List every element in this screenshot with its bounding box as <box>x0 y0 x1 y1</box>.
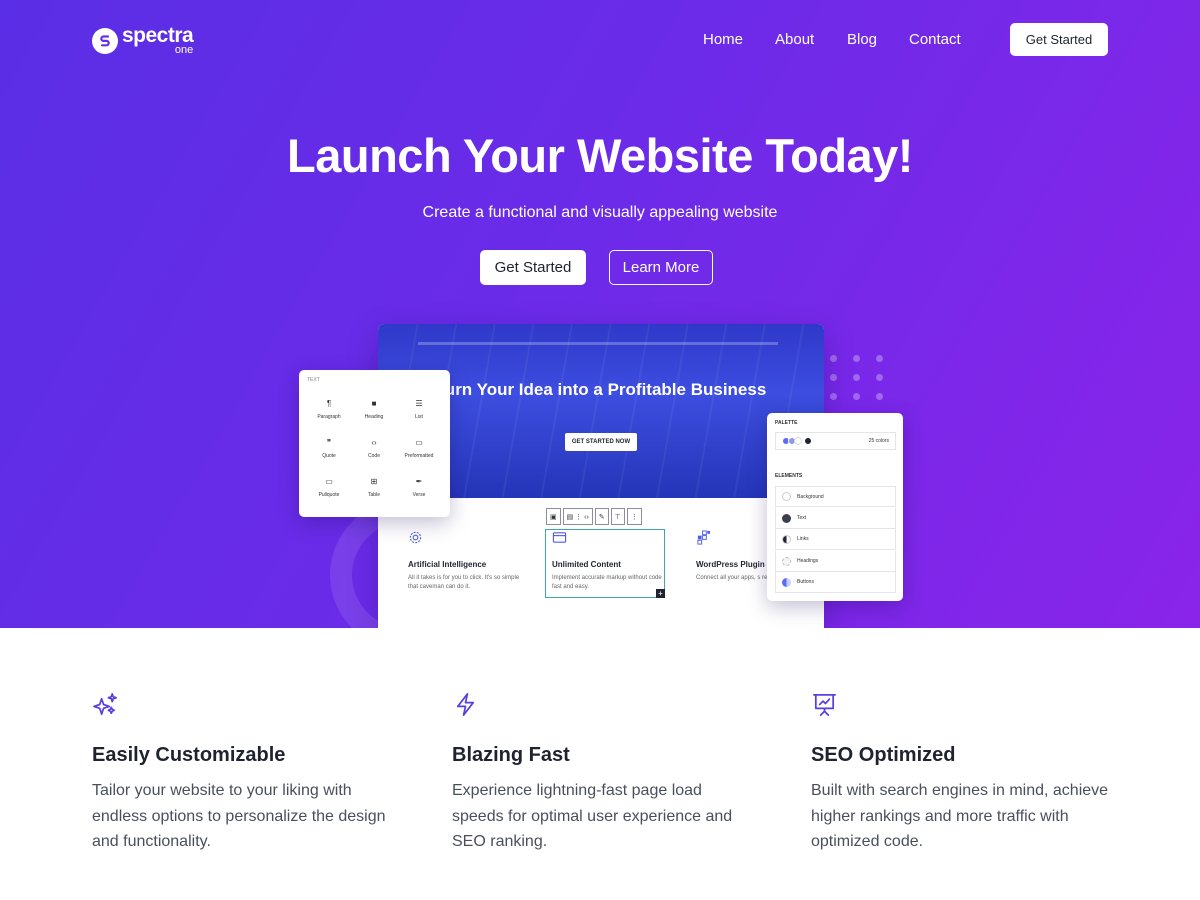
nav-item-contact[interactable]: Contact <box>909 31 961 48</box>
mockup-feature-ai: Artificial Intelligence All it takes is … <box>408 530 528 592</box>
hero-get-started-button[interactable]: Get Started <box>480 250 586 285</box>
feature-title: Easily Customizable <box>92 744 286 766</box>
bookmark-icon: ■ <box>371 399 377 408</box>
color-indicator <box>782 492 791 501</box>
decorative-dots <box>830 355 890 415</box>
block-item-pullquote: ▭ Pullquote <box>307 477 351 498</box>
element-name: Buttons <box>797 579 814 585</box>
block-label: Quote <box>322 453 336 459</box>
window-icon <box>552 532 567 543</box>
mockup-feature-content: Unlimited Content Implement accurate mar… <box>552 530 672 592</box>
block-label: List <box>415 414 423 420</box>
block-toolbar: ▣ ▤ ⋮ ‹› ✎ ⊤ ⋮ <box>546 508 644 525</box>
spectra-logo-icon <box>92 27 118 54</box>
element-row-links: Links <box>775 529 896 550</box>
elements-label: ELEMENTS <box>775 473 803 479</box>
mockup-feature-text: All it takes is for you to click. It's s… <box>408 575 520 590</box>
palette-count: 25 colors <box>868 438 889 444</box>
element-name: Background <box>797 493 824 500</box>
pullquote-icon: ▭ <box>325 477 333 486</box>
toolbar-pin-icon: ✎ <box>594 508 609 525</box>
block-category-label: TEXT <box>307 377 320 383</box>
hero-learn-more-button[interactable]: Learn More <box>609 250 713 285</box>
color-indicator <box>782 513 791 523</box>
element-row-text: Text <box>775 508 896 529</box>
mockup-get-started-now-button: GET STARTED NOW <box>565 433 637 451</box>
block-label: Code <box>368 453 380 459</box>
hero-title: Launch Your Website Today! <box>287 129 913 182</box>
block-item-table: ⊞ Table <box>352 477 396 498</box>
block-item-quote: ❞ Quote <box>307 438 351 459</box>
color-swatch <box>804 437 812 445</box>
nav-item-about[interactable]: About <box>775 31 814 48</box>
header-get-started-button[interactable]: Get Started <box>1010 23 1108 56</box>
hero-subtitle: Create a functional and visually appeali… <box>422 204 778 221</box>
quote-icon: ❞ <box>326 438 332 447</box>
palette-label: PALETTE <box>775 420 798 426</box>
element-name: Links <box>797 536 809 542</box>
block-item-paragraph: ¶ Paragraph <box>307 399 351 420</box>
lightning-icon <box>456 693 475 716</box>
color-swatch <box>794 437 802 445</box>
element-name: Text <box>797 515 807 521</box>
block-label: Table <box>368 492 380 498</box>
plugin-icon <box>697 530 711 545</box>
hero-section: spectra one Home About Blog Contact Get … <box>0 0 1200 628</box>
block-item-verse: ✒ Verse <box>397 477 441 498</box>
block-label: Pullquote <box>318 492 340 498</box>
presentation-chart-icon <box>813 693 836 716</box>
brand-name: spectra <box>122 24 194 47</box>
block-label: Paragraph <box>317 414 341 420</box>
block-label: Verse <box>412 492 426 498</box>
mockup-feature-title: Artificial Intelligence <box>408 560 487 569</box>
element-row-background: Background <box>775 486 896 507</box>
code-icon: ‹› <box>371 438 377 447</box>
global-styles-panel: PALETTE 25 colors ELEMENTS Background Te… <box>767 413 903 601</box>
element-name: Headings <box>797 558 819 564</box>
element-row-headings: Headings <box>775 551 896 572</box>
toolbar-align-icon: ⊤ <box>610 508 625 525</box>
gear-icon <box>409 531 422 544</box>
color-indicator <box>782 534 791 544</box>
preformatted-icon: ▭ <box>415 438 423 447</box>
features-section: Easily Customizable Tailor your website … <box>0 628 1200 900</box>
toolbar-move-icon: ▤ ⋮ ‹› <box>562 508 593 525</box>
list-icon: ☰ <box>415 399 423 408</box>
block-item-list: ☰ List <box>397 399 441 420</box>
table-icon: ⊞ <box>370 477 378 486</box>
toolbar-block-icon: ▣ <box>546 508 561 525</box>
feature-description: Built with search engines in mind, achie… <box>811 782 1109 850</box>
paragraph-icon: ¶ <box>326 399 332 408</box>
feature-title: Blazing Fast <box>452 744 570 766</box>
block-item-heading: ■ Heading <box>352 399 396 420</box>
nav-item-blog[interactable]: Blog <box>847 31 877 48</box>
color-indicator <box>782 577 791 587</box>
block-item-code: ‹› Code <box>352 438 396 459</box>
color-indicator <box>782 556 791 566</box>
sparkles-icon <box>93 693 117 716</box>
palette-row: 25 colors <box>775 432 896 450</box>
feature-title: SEO Optimized <box>811 744 956 766</box>
nav-item-home[interactable]: Home <box>703 31 743 48</box>
block-inserter-panel: TEXT ¶ Paragraph ■ Heading ☰ List ❞ Quot… <box>299 370 450 517</box>
toolbar-more-icon: ⋮ <box>626 508 642 525</box>
verse-icon: ✒ <box>415 477 423 486</box>
element-row-buttons: Buttons <box>775 572 896 593</box>
block-label: Preformatted <box>404 453 434 459</box>
feature-description: Tailor your website to your liking with … <box>92 782 386 850</box>
mockup-feature-title: Unlimited Content <box>552 560 621 569</box>
mockup-feature-text: Implement accurate markup without code f… <box>552 575 662 590</box>
block-label: Heading <box>364 414 384 420</box>
block-item-preformatted: ▭ Preformatted <box>397 438 441 459</box>
feature-description: Experience lightning-fast page load spee… <box>452 782 733 850</box>
brand-logo[interactable]: spectra one <box>92 24 194 56</box>
